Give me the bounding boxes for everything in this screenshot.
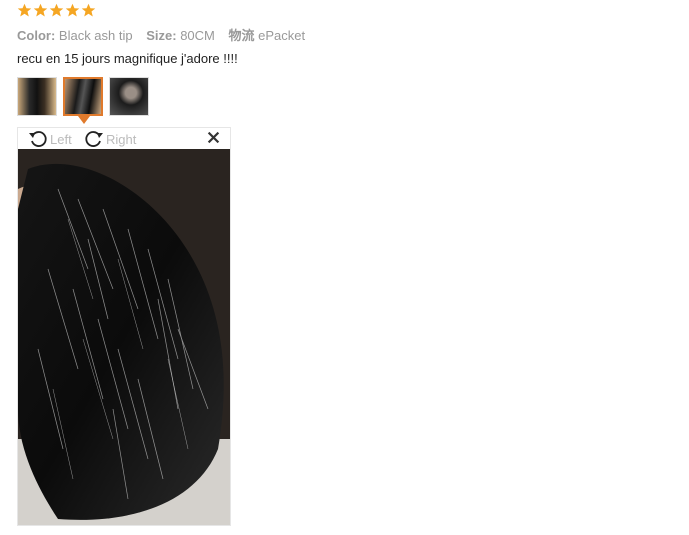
photo-viewer: Left Right [17, 127, 231, 526]
rotate-left-button[interactable]: Left [28, 129, 72, 149]
viewer-toolbar: Left Right [18, 128, 230, 149]
rating-stars [17, 3, 96, 18]
attribute-color: Color: Black ash tip [17, 28, 133, 43]
attribute-shipping: 物流 ePacket [228, 28, 306, 43]
photo-thumbnails [17, 77, 149, 116]
thumbnail-image [18, 78, 56, 115]
review-attributes: Color: Black ash tip Size: 80CM 物流 ePack… [17, 25, 315, 44]
review-text: recu en 15 jours magnifique j'adore !!!! [17, 51, 238, 66]
rotate-right-icon [85, 131, 103, 147]
star-icon [49, 3, 64, 17]
close-icon[interactable] [207, 131, 220, 144]
star-icon [81, 3, 96, 17]
star-icon [65, 3, 80, 17]
rotate-left-icon [29, 131, 47, 147]
thumbnail-image [65, 79, 101, 114]
rotate-right-button[interactable]: Right [84, 129, 136, 149]
review-photo [18, 149, 230, 525]
thumbnail-image [110, 78, 148, 115]
rotate-left-label: Left [50, 131, 72, 147]
attribute-size: Size: 80CM [146, 28, 215, 43]
active-thumb-caret [78, 116, 90, 124]
star-icon [33, 3, 48, 17]
fur-photo-image [18, 149, 230, 525]
photo-thumb-2[interactable] [63, 77, 103, 116]
photo-thumb-3[interactable] [109, 77, 149, 116]
rotate-right-label: Right [106, 131, 137, 147]
photo-thumb-1[interactable] [17, 77, 57, 116]
star-icon [17, 3, 32, 17]
